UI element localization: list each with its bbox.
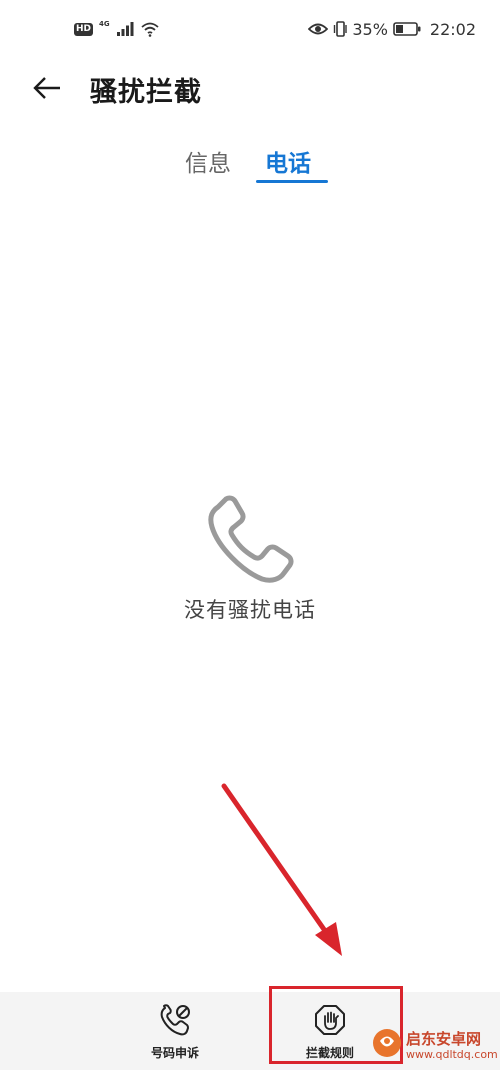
tab-messages[interactable]: 信息 [185,144,231,178]
wifi-icon [141,22,159,37]
status-clock: 22:02 [429,19,476,39]
watermark: 启东安卓网 www.qdltdq.com [368,1026,498,1068]
status-right: 35% 22:02 [308,18,476,40]
tab-calls[interactable]: 电话 [265,144,311,178]
phone-icon [208,495,294,583]
watermark-text: 启东安卓网 [406,1030,482,1048]
battery-icon [393,22,421,36]
empty-state: 没有骚扰电话 [0,495,500,635]
app-bar: 骚扰拦截 [0,60,500,116]
vibrate-icon [334,21,348,37]
phone-blocked-icon [160,1004,190,1036]
tab-active-indicator [256,180,328,183]
hand-stop-icon [315,1005,345,1035]
watermark-logo-icon [373,1029,401,1057]
page-title: 骚扰拦截 [90,77,202,108]
signal-icon [116,22,134,36]
status-left: HD 4G [74,18,160,40]
hd-badge: HD [74,22,94,36]
status-bar: HD 4G 35% 22:02 [0,0,500,60]
battery-percent: 35% [352,19,388,39]
number-appeal-button[interactable]: 号码申诉 [115,992,235,1070]
eye-comfort-icon [308,23,329,35]
empty-state-message: 没有骚扰电话 [184,598,316,622]
network-type: 4G [99,20,110,28]
number-appeal-label: 号码申诉 [150,1046,199,1060]
arrow-left-icon [33,77,60,99]
back-button[interactable] [30,72,66,104]
tab-bar: 信息 电话 [0,140,500,190]
watermark-url: www.qdltdq.com [406,1048,498,1061]
